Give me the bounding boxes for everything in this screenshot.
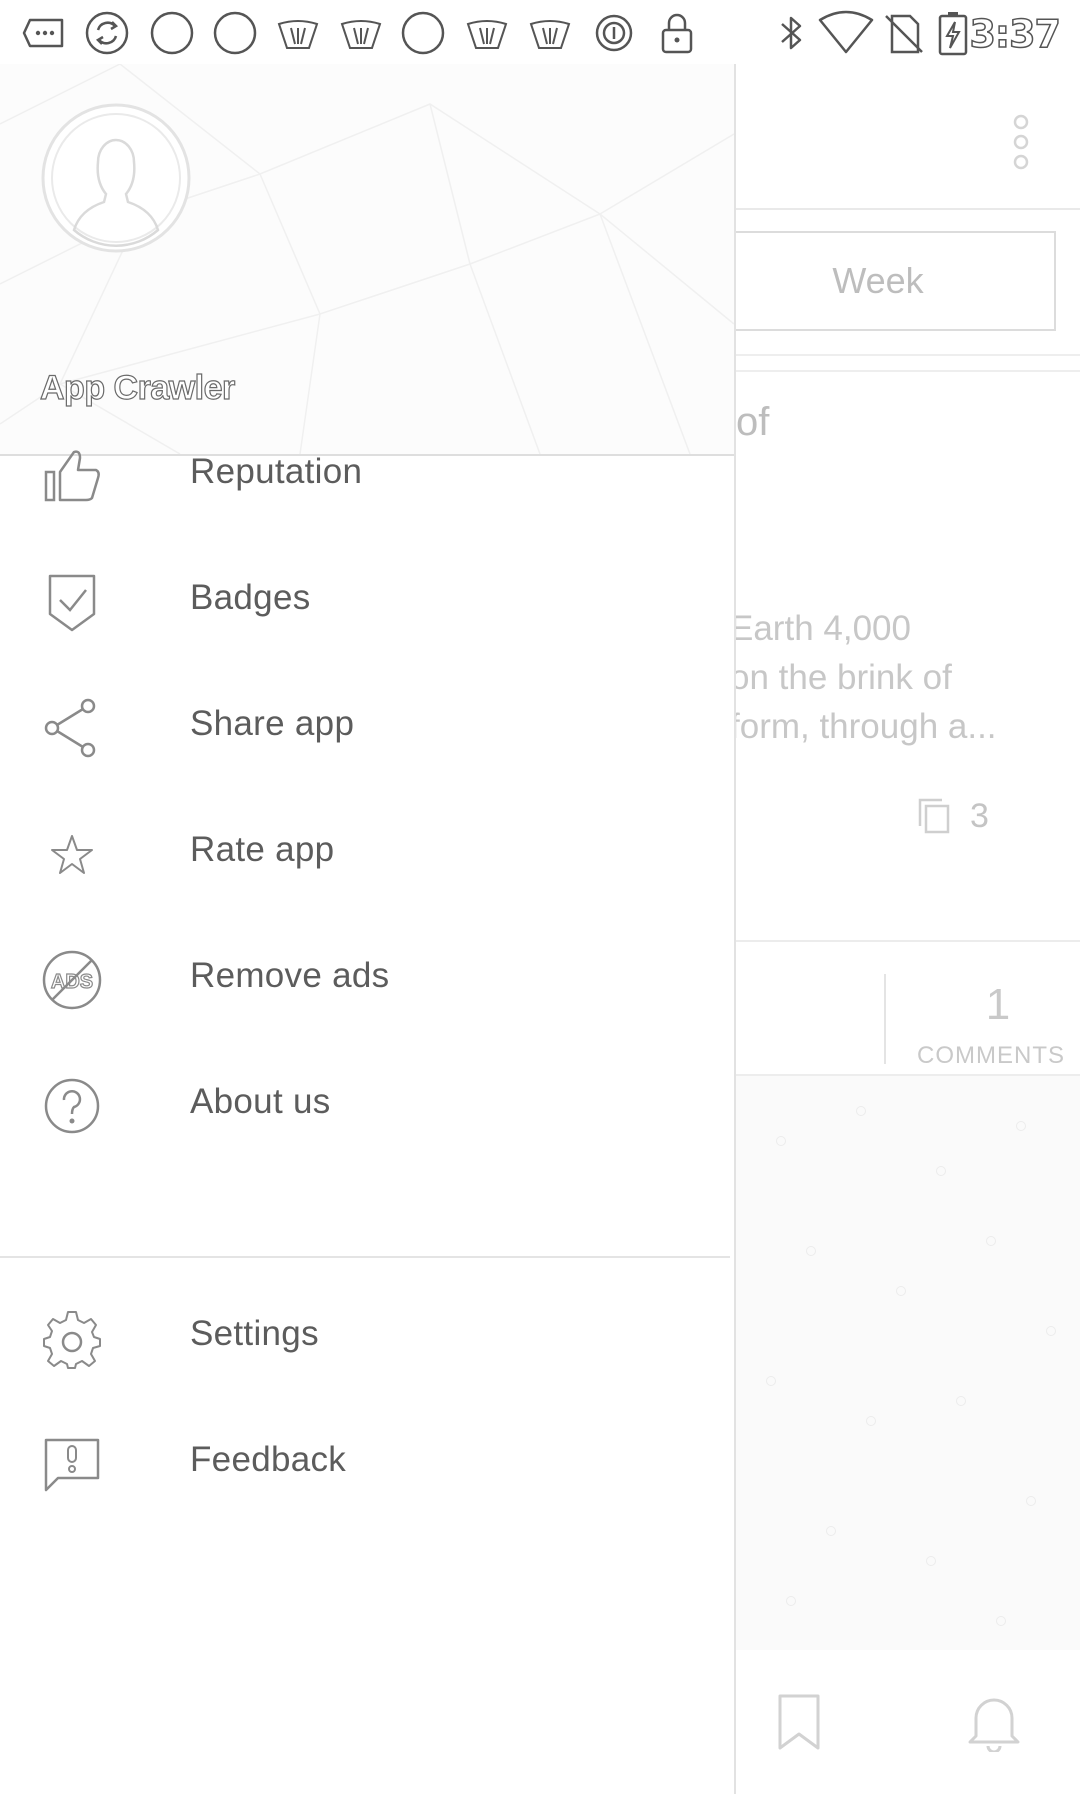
bookmark-icon [778, 1694, 820, 1750]
gear-icon [40, 1306, 104, 1370]
app-notif-icon [275, 10, 321, 56]
menu-item-label: Remove ads [190, 956, 390, 995]
feedback-icon [40, 1432, 104, 1496]
excerpt-line: Earth 4,000 [730, 609, 911, 648]
help-circle-icon [40, 1074, 104, 1138]
week-filter-button: Week [700, 231, 1056, 331]
drawer-header: App Crawler [0, 64, 734, 456]
menu-item-label: Feedback [190, 1440, 347, 1479]
user-avatar-icon[interactable] [40, 102, 192, 254]
comments-label: COMMENTS [917, 1042, 1065, 1069]
lock-icon [654, 10, 700, 56]
comments-count: 1 [985, 980, 1011, 1029]
menu-item-about-us[interactable]: About us [0, 1042, 734, 1168]
article-excerpt: Earth 4,000 on the brink of form, throug… [730, 604, 1070, 751]
menu-item-label: Settings [190, 1314, 319, 1353]
user-name: App Crawler [39, 368, 235, 407]
article-image [736, 1074, 1080, 1652]
menu-item-rate-app[interactable]: Rate app [0, 790, 734, 916]
bell-icon [968, 1698, 1020, 1752]
star-icon [40, 822, 104, 886]
no-sim-icon [880, 10, 926, 56]
menu-item-label: Share app [190, 704, 355, 743]
no-ads-icon: ADS [40, 948, 104, 1012]
menu-item-reputation[interactable]: Reputation [0, 412, 734, 538]
badge-check-icon [40, 570, 104, 634]
status-bar: 3:37 [0, 0, 1080, 64]
battery-charging-icon [936, 10, 970, 56]
excerpt-line: form, through a... [730, 707, 997, 746]
wifi-icon [818, 10, 874, 56]
menu-item-label: Rate app [190, 830, 335, 869]
stats-divider [884, 974, 886, 1064]
overflow-menu-icon [1013, 114, 1029, 170]
menu-item-settings[interactable]: Settings [0, 1274, 734, 1400]
copy-icon [918, 798, 950, 834]
bluetooth-icon [768, 10, 814, 56]
app-notif-icon [464, 10, 510, 56]
share-icon [40, 696, 104, 760]
more-notif-icon [22, 10, 68, 56]
menu-item-remove-ads[interactable]: ADS Remove ads [0, 916, 734, 1042]
menu-item-label: About us [190, 1082, 331, 1121]
menu-item-feedback[interactable]: Feedback [0, 1400, 734, 1526]
status-clock: 3:37 [969, 11, 1062, 57]
circle-notif-icon [400, 10, 446, 56]
menu-item-label: Reputation [190, 452, 363, 491]
menu-item-share-app[interactable]: Share app [0, 664, 734, 790]
copies-count: 3 [916, 796, 989, 836]
app-notif-icon [527, 10, 573, 56]
app-notif-icon [338, 10, 384, 56]
circle-notif-icon [212, 10, 258, 56]
menu-item-label: Badges [190, 578, 311, 617]
svg-text:ADS: ADS [51, 971, 93, 993]
article-title-fragment: of [736, 400, 770, 444]
background-divider [700, 354, 1080, 372]
sync-icon [84, 10, 130, 56]
menu-item-badges[interactable]: Badges [0, 538, 734, 664]
circle-notif-icon [149, 10, 195, 56]
thumbs-up-icon [40, 444, 104, 508]
menu-divider [0, 1256, 730, 1258]
navigation-drawer: App Crawler Reputation Badges Share app … [0, 64, 736, 1794]
excerpt-line: on the brink of [730, 658, 952, 697]
data-saver-icon [591, 10, 637, 56]
copies-count-value: 3 [970, 796, 989, 835]
